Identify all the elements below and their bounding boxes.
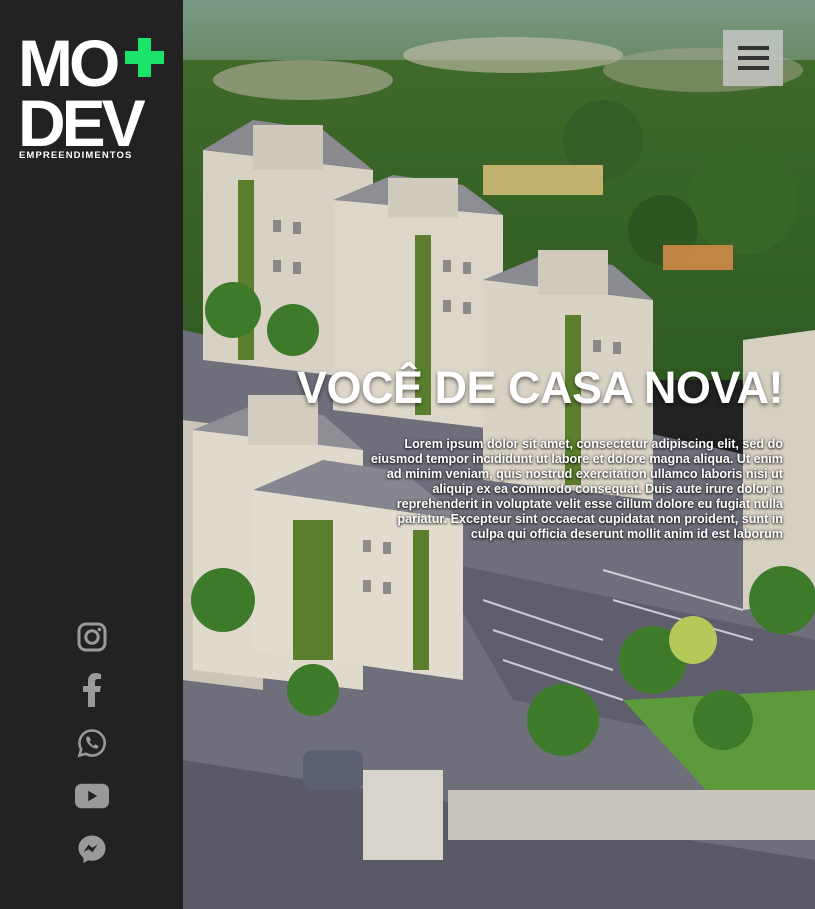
facebook-icon[interactable] bbox=[75, 673, 109, 707]
messenger-icon[interactable] bbox=[75, 832, 109, 866]
menu-bar bbox=[737, 46, 769, 50]
hamburger-menu-button[interactable] bbox=[723, 30, 783, 86]
logo-tagline: EMPREENDIMENTOS bbox=[19, 150, 132, 160]
hero-section: VOCÊ DE CASA NOVA! Lorem ipsum dolor sit… bbox=[183, 0, 815, 909]
menu-bar bbox=[737, 56, 769, 60]
logo-line2: DEV bbox=[18, 86, 146, 160]
menu-bar bbox=[737, 66, 769, 70]
hero-description: Lorem ipsum dolor sit amet, consectetur … bbox=[370, 437, 783, 541]
hero-title: VOCÊ DE CASA NOVA! bbox=[296, 362, 784, 413]
instagram-icon[interactable] bbox=[75, 620, 109, 654]
brand-logo[interactable]: MO DEV EMPREENDIMENTOS bbox=[18, 26, 168, 160]
plus-icon bbox=[125, 38, 164, 77]
whatsapp-icon[interactable] bbox=[75, 726, 109, 760]
sidebar: MO DEV EMPREENDIMENTOS bbox=[0, 0, 183, 909]
social-links bbox=[0, 620, 183, 885]
youtube-icon[interactable] bbox=[74, 779, 109, 813]
